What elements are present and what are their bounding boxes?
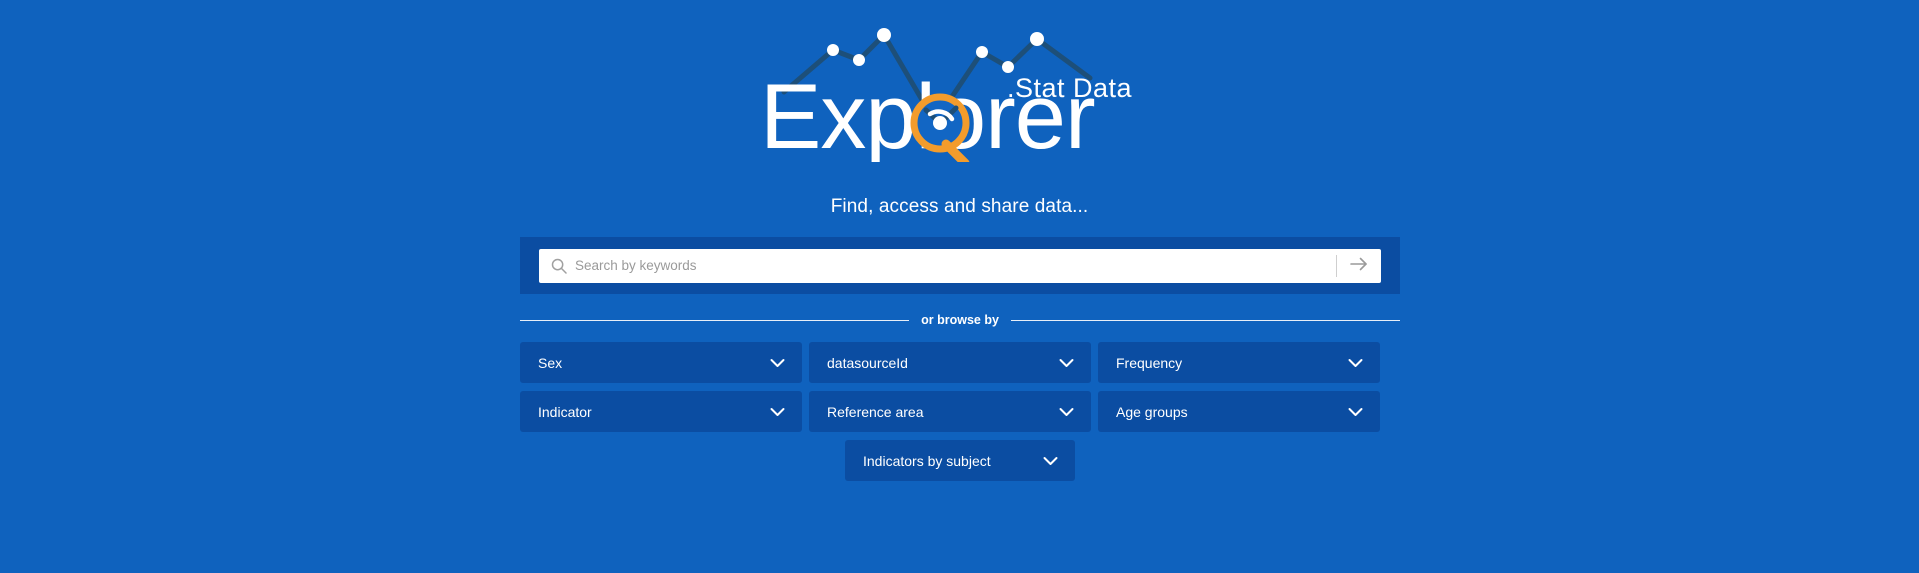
search-icon	[551, 258, 567, 274]
facet-datasourceid[interactable]: datasourceId	[809, 342, 1091, 383]
browse-by-label: or browse by	[921, 313, 999, 327]
facet-indicator[interactable]: Indicator	[520, 391, 802, 432]
chevron-down-icon	[770, 358, 785, 368]
facet-label: Reference area	[827, 403, 924, 420]
facet-row: Sex datasourceId Frequency	[520, 342, 1400, 383]
chevron-down-icon	[1059, 358, 1074, 368]
page-tagline: Find, access and share data...	[830, 196, 1089, 217]
chevron-down-icon	[1043, 456, 1058, 466]
search-input[interactable]	[575, 258, 1336, 273]
divider-rule-right	[1010, 319, 1401, 321]
search-box[interactable]	[539, 248, 1381, 283]
facet-age-groups[interactable]: Age groups	[1098, 391, 1380, 432]
facet-label: Sex	[538, 354, 563, 371]
site-logo: .Stat Data Explorer	[0, 22, 1919, 162]
facet-frequency[interactable]: Frequency	[1098, 342, 1380, 383]
facet-label: Indicators by subject	[863, 452, 991, 469]
facet-grid: Sex datasourceId Frequency Indicator Ref…	[520, 342, 1400, 481]
facet-row: Indicator Reference area Age groups	[520, 391, 1400, 432]
facet-label: Indicator	[538, 403, 592, 420]
facet-indicators-by-subject[interactable]: Indicators by subject	[845, 440, 1075, 481]
facet-label: datasourceId	[827, 354, 908, 371]
arrow-right-icon	[1349, 256, 1369, 275]
browse-by-divider: or browse by	[520, 313, 1401, 327]
logo-graphic: .Stat Data Explorer	[760, 28, 1132, 162]
facet-label: Frequency	[1116, 354, 1183, 371]
facet-reference-area[interactable]: Reference area	[809, 391, 1091, 432]
chevron-down-icon	[770, 407, 785, 417]
chevron-down-icon	[1348, 407, 1363, 417]
search-submit-button[interactable]	[1337, 249, 1381, 283]
search-band	[520, 237, 1400, 294]
facet-sex[interactable]: Sex	[520, 342, 802, 383]
facet-label: Age groups	[1116, 403, 1188, 420]
chevron-down-icon	[1348, 358, 1363, 368]
facet-row: Indicators by subject	[520, 440, 1400, 481]
divider-rule-left	[520, 319, 910, 321]
landing-page: .Stat Data Explorer Find, access and sha…	[0, 0, 1919, 573]
chevron-down-icon	[1059, 407, 1074, 417]
